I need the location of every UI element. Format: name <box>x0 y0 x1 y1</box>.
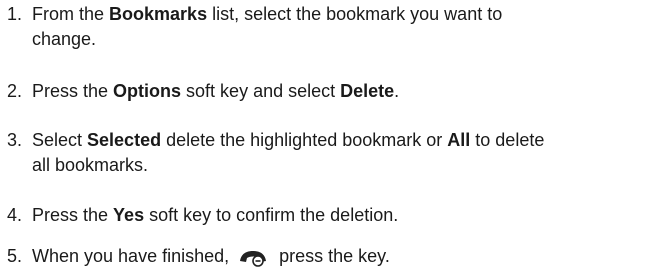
text: Press the <box>32 205 114 225</box>
text: change. <box>32 29 97 49</box>
text: soft key and select <box>181 81 341 101</box>
step-text: From the Bookmarks list, select the book… <box>32 2 640 52</box>
step-number: 1. <box>7 4 23 24</box>
ui-term: Selected <box>87 130 162 150</box>
ui-term: Delete <box>340 81 395 101</box>
text: Select <box>32 130 88 150</box>
text: to delete <box>470 130 545 150</box>
text: . <box>394 81 400 101</box>
step-line: all bookmarks. <box>32 153 640 178</box>
ui-term: Yes <box>113 205 145 225</box>
step-number: 4. <box>7 205 23 225</box>
step-line: When you have finished, press the key. <box>32 244 640 275</box>
text: From the <box>32 4 110 24</box>
text: When you have finished, <box>32 246 235 266</box>
step-number: 5. <box>7 246 23 266</box>
text: soft key to confirm the deletion. <box>144 205 399 225</box>
text: Press the <box>32 81 114 101</box>
step-text: When you have finished, press the key. <box>32 244 640 275</box>
text: all bookmarks. <box>32 155 149 175</box>
step-text: Press the Options soft key and select De… <box>32 79 640 104</box>
step-line: change. <box>32 27 640 52</box>
step-line: Press the Options soft key and select De… <box>32 79 640 104</box>
text: delete the highlighted bookmark or <box>161 130 448 150</box>
step-line: Select Selected delete the highlighted b… <box>32 128 640 153</box>
step-text: Select Selected delete the highlighted b… <box>32 128 640 178</box>
ui-term: Options <box>113 81 182 101</box>
ui-term: All <box>447 130 471 150</box>
step-text: Press the Yes soft key to confirm the de… <box>32 203 640 228</box>
step-line: From the Bookmarks list, select the book… <box>32 2 640 27</box>
ui-term: Bookmarks <box>109 4 208 24</box>
step-line: Press the Yes soft key to confirm the de… <box>32 203 640 228</box>
text: list, select the bookmark you want to <box>207 4 503 24</box>
text: press the key. <box>274 246 390 266</box>
step-number: 3. <box>7 130 23 150</box>
step-number: 2. <box>7 81 23 101</box>
